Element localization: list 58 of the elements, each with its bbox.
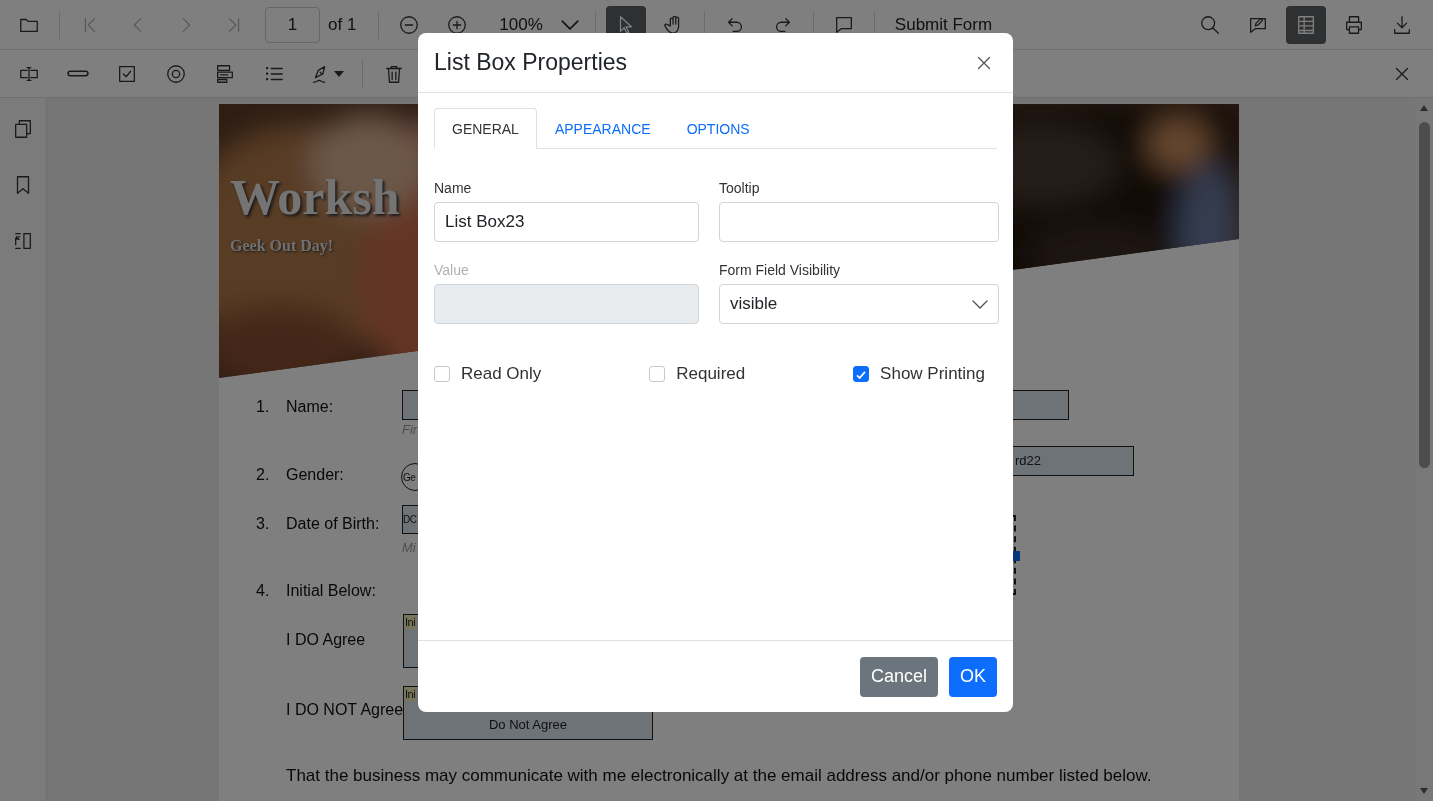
form-designer-button[interactable] (1286, 5, 1326, 44)
checkbox-label: Required (676, 364, 746, 384)
stacked-fields-icon (214, 62, 236, 85)
cancel-button[interactable]: Cancel (859, 656, 938, 697)
question-label: Date of Birth: (286, 515, 380, 533)
field-label: Form Field Visibility (719, 262, 842, 278)
agreement-label: I DO Agree (286, 631, 366, 649)
print-icon (1343, 13, 1365, 36)
zoom-out-icon (398, 13, 421, 36)
tab[interactable]: APPEARANCE (536, 108, 669, 149)
page-number-field[interactable]: 1 (265, 6, 320, 43)
document-title: Worksh (230, 168, 400, 226)
scroll-down-icon[interactable] (1419, 787, 1429, 795)
checkbox-label: Read Only (461, 364, 542, 384)
download-icon (1391, 13, 1413, 36)
page-arrange-icon (12, 230, 34, 252)
dialog-title: List Box Properties (434, 49, 628, 76)
bar-icon (67, 70, 89, 77)
text-field[interactable]: List Box23 (434, 202, 699, 242)
scrollbar-thumb[interactable] (1418, 122, 1430, 468)
agreement-label: I DO NOT Agree (286, 701, 404, 719)
radio-icon (165, 62, 187, 85)
submit-form-button[interactable]: Submit Form (884, 14, 1003, 35)
pages-icon (12, 118, 34, 140)
checkbox[interactable] (649, 366, 666, 382)
chevron-icon (560, 19, 579, 30)
text-field[interactable] (719, 202, 999, 242)
document-subtitle: Geek Out Day! (230, 237, 334, 255)
visibility-dropdown[interactable]: visible (719, 284, 999, 324)
question-number: 2. (256, 466, 270, 484)
zoom-in-icon (446, 13, 469, 36)
tab[interactable]: OPTIONS (668, 108, 768, 149)
field-text: Do Not Agree (487, 717, 568, 732)
question-label: Initial Below: (286, 582, 376, 600)
field-label: Value (434, 262, 470, 278)
checkbox[interactable] (434, 366, 450, 382)
question-label: Gender: (286, 466, 344, 484)
checkbox[interactable] (853, 366, 870, 382)
field-tag: Ini (404, 615, 417, 629)
grid-icon (1295, 13, 1317, 36)
question-number: 3. (256, 515, 270, 533)
zoom-dropdown[interactable]: 100% (485, 14, 585, 35)
checkbox-label: Show Printing (880, 364, 985, 384)
consent-text: That the business may communicate with me electronically at the email address and/or phone number listed below. (286, 766, 1152, 786)
question-number: 4. (256, 582, 270, 600)
search-icon (1199, 13, 1221, 36)
field-tag: Ini (404, 687, 417, 701)
chevron-icon (972, 299, 988, 309)
scrollbar[interactable] (1415, 98, 1433, 801)
question-label: Name: (286, 398, 334, 416)
tab[interactable]: GENERAL (434, 108, 537, 149)
page-count: of 1 (328, 14, 357, 35)
question-number: 1. (256, 398, 270, 416)
field-label: Tooltip (719, 180, 761, 196)
scroll-up-icon[interactable] (1419, 104, 1429, 112)
field-label: Name (434, 180, 473, 196)
caret-icon (334, 70, 344, 77)
ok-button[interactable]: OK (949, 656, 997, 697)
